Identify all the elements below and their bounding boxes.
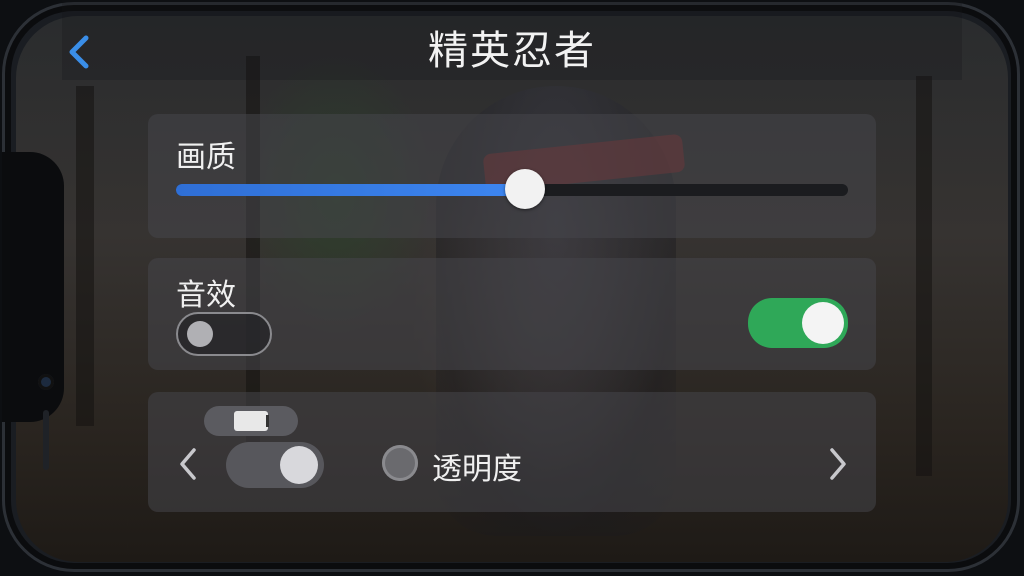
chevron-left-icon[interactable] (176, 446, 200, 482)
sound-toggle-right[interactable] (748, 298, 848, 348)
chevron-right-icon[interactable] (826, 446, 850, 482)
page-title: 精英忍者 (428, 28, 596, 74)
speaker-grille (43, 410, 49, 470)
background-beam (76, 86, 94, 426)
background-beam (916, 76, 932, 476)
quality-slider-thumb[interactable] (505, 169, 545, 209)
quality-slider-fill (176, 184, 525, 196)
opacity-toggle[interactable] (226, 442, 324, 488)
toggle-marker (266, 415, 269, 427)
sound-label: 音效 (176, 278, 236, 313)
opacity-label: 透明度 (432, 452, 522, 487)
quality-label: 画质 (176, 140, 236, 175)
camera-icon (38, 374, 54, 390)
toggle-knob (802, 302, 844, 344)
mini-toggle[interactable] (204, 406, 298, 436)
radio-button[interactable] (382, 445, 418, 481)
quality-slider[interactable] (176, 169, 848, 209)
phone-notch (2, 152, 64, 470)
toggle-knob (234, 411, 268, 431)
toggle-knob (280, 446, 318, 484)
sound-toggle-left[interactable] (176, 312, 272, 356)
toggle-knob (187, 321, 213, 347)
